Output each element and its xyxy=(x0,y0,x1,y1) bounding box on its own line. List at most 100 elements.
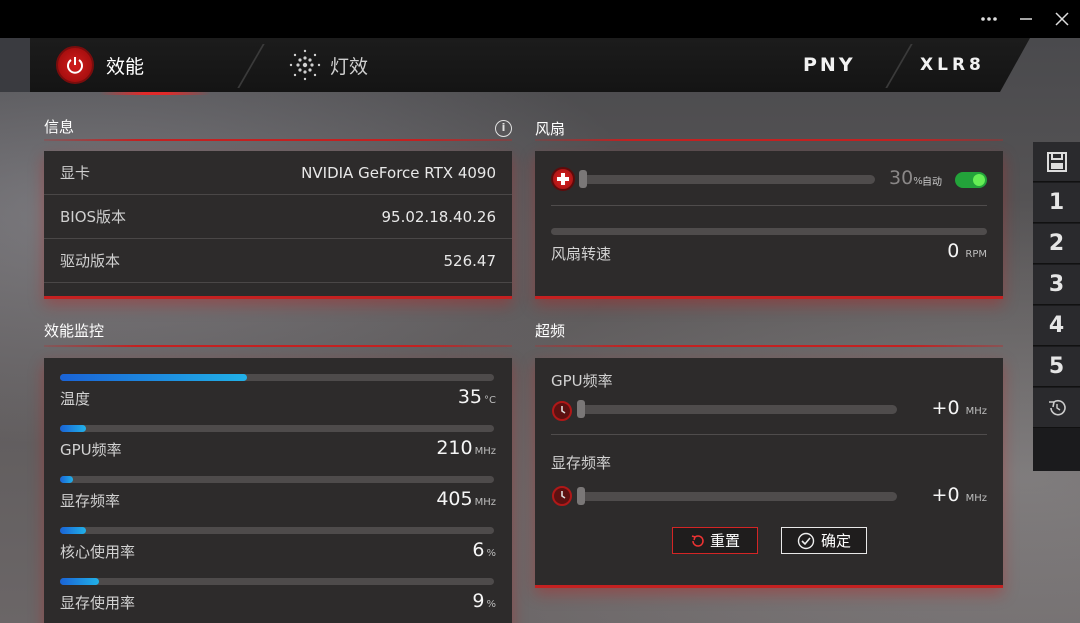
profile-1[interactable]: 1 xyxy=(1033,183,1080,223)
tab-performance-label: 效能 xyxy=(106,55,145,78)
profile-2[interactable]: 2 xyxy=(1033,224,1080,264)
info-circle-icon[interactable]: i xyxy=(495,120,512,137)
oc-gpu-slider[interactable] xyxy=(577,405,897,414)
clock-history-icon[interactable] xyxy=(551,400,573,426)
monitor-value: 9% xyxy=(472,590,496,612)
fan-icon[interactable] xyxy=(551,167,575,191)
monitor-value-number: 405 xyxy=(436,488,473,510)
light-dots-icon xyxy=(289,49,321,81)
fan-title: 风扇 xyxy=(535,120,566,138)
power-icon xyxy=(56,46,94,84)
overclock-title-line xyxy=(535,345,1003,347)
info-label: 显卡 xyxy=(60,164,91,182)
oc-gpu-readout: +0 MHz xyxy=(932,397,987,419)
fan-auto-label: 自动 xyxy=(922,177,942,188)
reset-icon xyxy=(691,534,704,547)
monitor-value: 6% xyxy=(472,539,496,561)
clock-history-icon[interactable] xyxy=(551,485,573,511)
monitor-bar xyxy=(60,476,494,483)
oc-mem-unit: MHz xyxy=(965,493,987,504)
fan-speed-slider[interactable] xyxy=(581,175,875,184)
tab-performance[interactable]: 效能 xyxy=(56,38,144,92)
active-tab-indicator xyxy=(100,92,210,95)
monitor-label: 显存频率 xyxy=(60,492,121,510)
monitor-value-number: 210 xyxy=(436,437,473,459)
monitor-bar-fill xyxy=(60,374,247,381)
info-label: 驱动版本 xyxy=(60,252,121,270)
profile-4[interactable]: 4 xyxy=(1033,306,1080,346)
fan-speed-value: 0 xyxy=(947,240,960,262)
fan-percent-value: 30 xyxy=(889,167,914,189)
fan-rpm-bar xyxy=(551,228,987,235)
fan-speed-readout: 0 RPM xyxy=(947,240,987,262)
monitor-bar-fill xyxy=(60,578,99,585)
save-icon[interactable] xyxy=(1033,142,1080,182)
header-left-edge xyxy=(0,38,30,92)
monitor-bar xyxy=(60,425,494,432)
monitor-title-line xyxy=(44,345,512,347)
monitor-value-number: 9 xyxy=(472,590,485,612)
monitor-value: 210 MHz xyxy=(436,437,496,459)
brand-logo-xlr8: XLR8 xyxy=(920,55,985,75)
info-value: 95.02.18.40.26 xyxy=(381,207,496,226)
monitor-title: 效能监控 xyxy=(44,322,105,340)
info-row-gpu: 显卡 NVIDIA GeForce RTX 4090 xyxy=(44,151,512,195)
tab-lighting[interactable]: 灯效 xyxy=(288,38,368,92)
monitor-value-unit: MHz xyxy=(474,497,496,508)
close-icon[interactable] xyxy=(1045,4,1079,34)
app-header xyxy=(30,38,1030,92)
oc-gpu-unit: MHz xyxy=(965,406,987,417)
tab-lighting-label: 灯效 xyxy=(330,55,369,78)
monitor-label: 温度 xyxy=(60,390,91,408)
monitor-bar xyxy=(60,374,494,381)
oc-gpu-value: +0 xyxy=(931,397,960,419)
info-title: 信息 xyxy=(44,118,75,136)
fan-auto-toggle[interactable] xyxy=(955,172,987,188)
monitor-value-unit: % xyxy=(486,599,496,610)
monitor-value: 35 °C xyxy=(458,386,496,408)
info-label: BIOS版本 xyxy=(60,208,127,226)
monitor-value-unit: % xyxy=(486,548,496,559)
profile-3[interactable]: 3 xyxy=(1033,265,1080,305)
fan-slider-knob[interactable] xyxy=(579,170,587,188)
confirm-button-label: 确定 xyxy=(820,532,851,550)
reset-button[interactable]: 重置 xyxy=(672,527,758,554)
monitor-value-number: 35 xyxy=(457,386,483,408)
profile-5[interactable]: 5 xyxy=(1033,347,1080,387)
confirm-button[interactable]: 确定 xyxy=(781,527,867,554)
info-panel: 显卡 NVIDIA GeForce RTX 4090 BIOS版本 95.02.… xyxy=(44,151,512,299)
monitor-label: GPU频率 xyxy=(60,441,122,459)
info-title-line xyxy=(44,139,512,141)
oc-mem-value: +0 xyxy=(931,484,960,506)
monitor-label: 显存使用率 xyxy=(60,594,136,612)
oc-mem-readout: +0 MHz xyxy=(932,484,987,506)
monitor-bar-fill xyxy=(60,476,73,483)
minimize-icon[interactable] xyxy=(1009,4,1043,34)
overclock-panel: GPU频率 +0 MHz 显存频率 +0 MHz 重置 确定 xyxy=(535,358,1003,588)
oc-gpu-label: GPU频率 xyxy=(551,372,613,390)
app-main: 效能 灯效 PNY XLR8 信息 i 显卡 NVIDIA GeForce RT… xyxy=(0,38,1080,623)
fan-panel: 30% 自动 风扇转速 0 RPM xyxy=(535,151,1003,299)
oc-mem-slider[interactable] xyxy=(577,492,897,501)
monitor-panel: 温度 35 °C GPU频率 210 MHz 显存频率 405 MHz 核心使用率 6% 显存使用率 9… xyxy=(44,358,512,623)
fan-speed-label: 风扇转速 xyxy=(551,245,612,263)
fan-speed-unit: RPM xyxy=(965,249,987,260)
monitor-bar xyxy=(60,527,494,534)
fan-percent: 30% xyxy=(889,167,923,189)
check-circle-icon xyxy=(797,532,815,549)
fan-title-line xyxy=(535,139,1003,141)
oc-gpu-slider-knob[interactable] xyxy=(577,400,585,418)
info-row-bios: BIOS版本 95.02.18.40.26 xyxy=(44,195,512,239)
info-row-driver: 驱动版本 526.47 xyxy=(44,239,512,283)
oc-mem-slider-knob[interactable] xyxy=(577,487,585,505)
oc-divider xyxy=(551,434,987,435)
more-dots-icon[interactable] xyxy=(972,4,1006,34)
monitor-bar-fill xyxy=(60,527,86,534)
info-value: NVIDIA GeForce RTX 4090 xyxy=(301,163,496,182)
monitor-value-unit: MHz xyxy=(474,446,496,457)
fan-divider xyxy=(551,205,987,206)
history-reset-icon[interactable] xyxy=(1033,388,1080,428)
window-titlebar xyxy=(0,0,1080,38)
monitor-bar-fill xyxy=(60,425,86,432)
monitor-bar xyxy=(60,578,494,585)
